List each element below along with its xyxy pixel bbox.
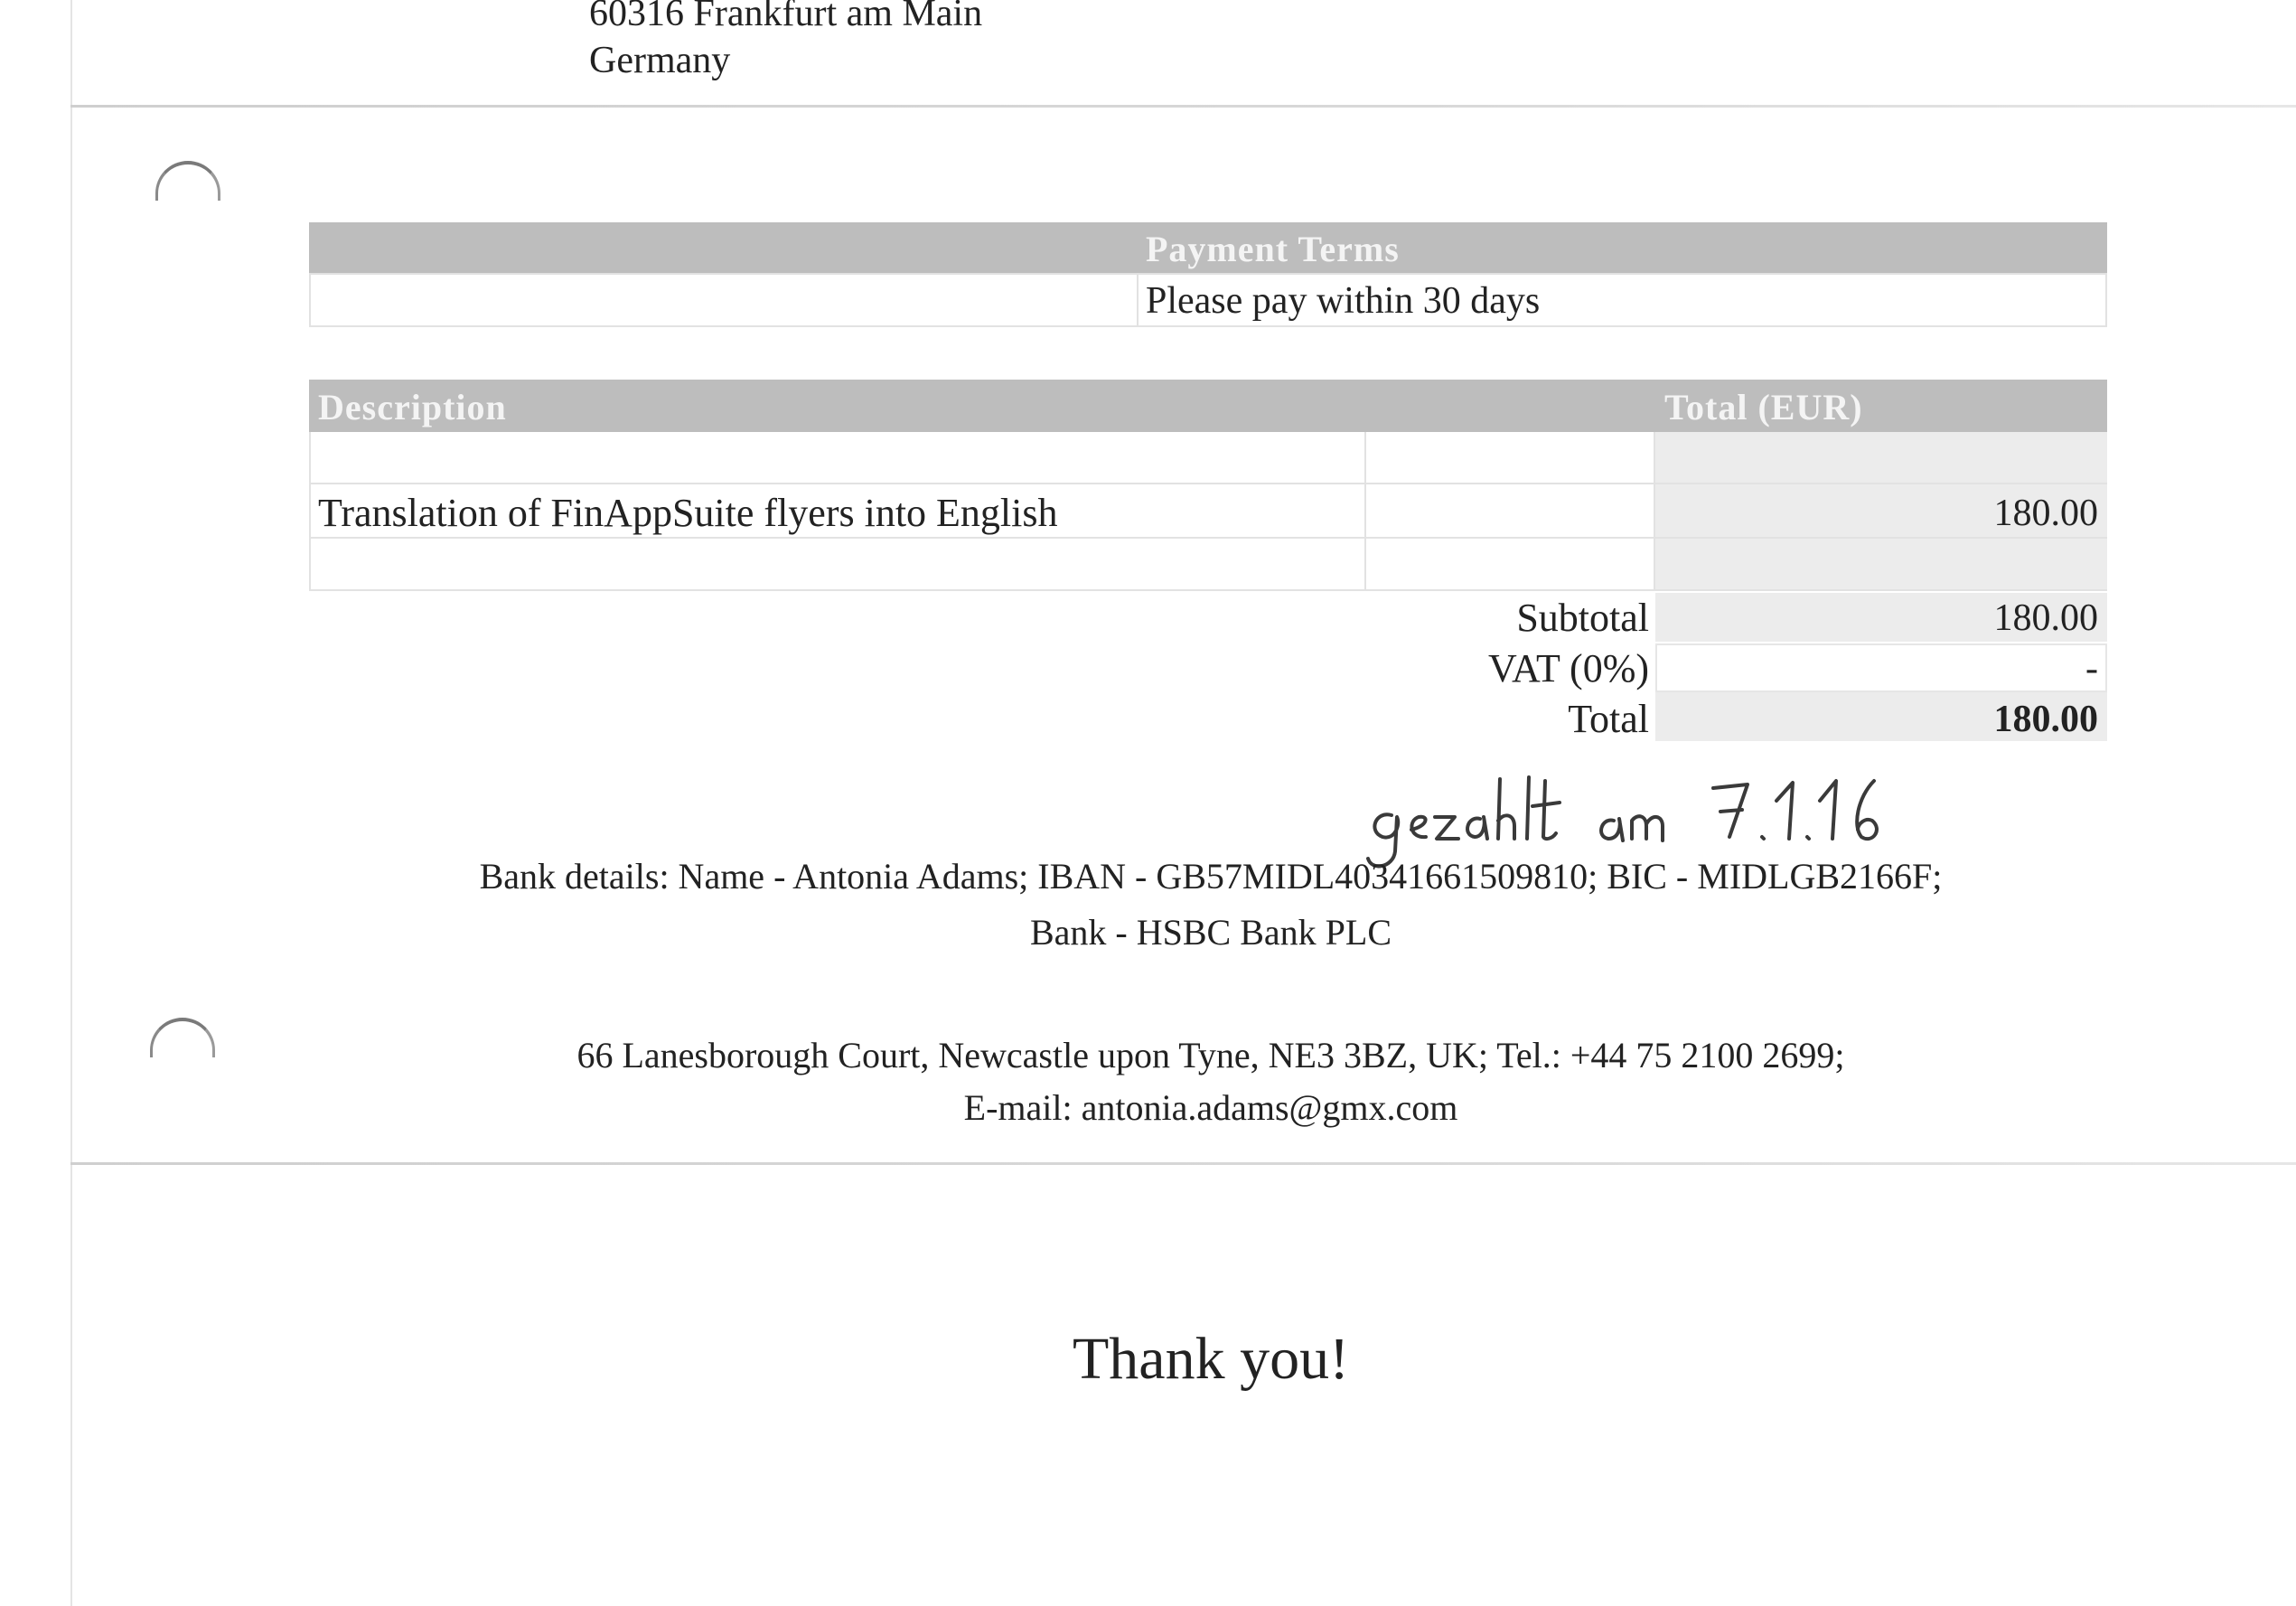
items-header-total: Total (EUR) [1664, 387, 1863, 427]
contact-line2: E-mail: antonia.adams@gmx.com [963, 1087, 1458, 1128]
subtotal-label: Subtotal [1516, 596, 1649, 640]
fold-line-bottom [70, 1162, 2296, 1165]
bank-details-line1: Bank details: Name - Antonia Adams; IBAN… [479, 856, 1943, 897]
recipient-city-line: 60316 Frankfurt am Main [589, 0, 983, 34]
payment-terms-header: Payment Terms [1146, 229, 1400, 269]
total-label: Total [1568, 697, 1649, 741]
item-total: 180.00 [1993, 493, 2099, 534]
fold-line-top [70, 105, 2296, 108]
total-value: 180.00 [1993, 699, 2099, 740]
table-row-empty-top [309, 432, 2107, 484]
item-description: Translation of FinAppSuite flyers into E… [318, 491, 1058, 535]
vat-value: - [2085, 648, 2098, 690]
vat-label: VAT (0%) [1487, 646, 1649, 690]
contact-line1: 66 Lanesborough Court, Newcastle upon Ty… [576, 1035, 1845, 1075]
thank-you-message: Thank you! [1072, 1326, 1350, 1392]
payment-terms-value: Please pay within 30 days [1146, 280, 1541, 322]
subtotal-value: 180.00 [1993, 597, 2099, 639]
recipient-country: Germany [589, 40, 731, 81]
table-row-empty-bottom [309, 539, 2107, 591]
items-header-description: Description [318, 387, 507, 427]
bank-details-line2: Bank - HSBC Bank PLC [1029, 912, 1392, 953]
punch-hole-top [155, 161, 220, 201]
